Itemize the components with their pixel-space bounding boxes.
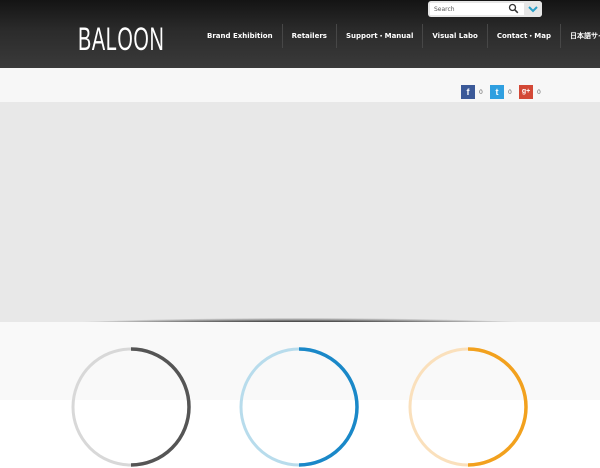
nav-item-visual-labo[interactable]: Visual Labo — [422, 24, 486, 48]
chevron-down-icon — [528, 6, 538, 13]
progress-ring-dark — [71, 347, 191, 467]
hero-slider[interactable] — [0, 102, 600, 322]
progress-ring-orange — [408, 347, 528, 467]
facebook-count: 0 — [479, 88, 483, 96]
nav-item-brand-exhibition[interactable]: Brand Exhibition — [198, 24, 282, 48]
brand-logo[interactable]: BALOON — [78, 17, 164, 61]
nav-item-contact-map[interactable]: Contact・Map — [486, 24, 560, 48]
search-icon[interactable] — [508, 3, 519, 14]
facebook-icon: f — [461, 85, 475, 99]
twitter-share[interactable]: t 0 — [490, 85, 512, 99]
google-plus-count: 0 — [537, 88, 541, 96]
twitter-icon: t — [490, 85, 504, 99]
google-plus-icon: g+ — [519, 85, 533, 99]
main-nav: Brand Exhibition Retailers Support・Manua… — [198, 24, 600, 48]
site-header: BALOON Brand Exhibition Retailers Suppor… — [0, 0, 600, 68]
facebook-share[interactable]: f 0 — [461, 85, 483, 99]
nav-item-japanese-site[interactable]: 日本語サイト — [560, 24, 600, 48]
nav-item-retailers[interactable]: Retailers — [281, 24, 336, 48]
google-plus-share[interactable]: g+ 0 — [519, 85, 541, 99]
twitter-count: 0 — [508, 88, 512, 96]
dropdown-toggle-button[interactable] — [524, 1, 542, 17]
progress-ring-blue — [239, 347, 359, 467]
nav-item-support-manual[interactable]: Support・Manual — [335, 24, 422, 48]
